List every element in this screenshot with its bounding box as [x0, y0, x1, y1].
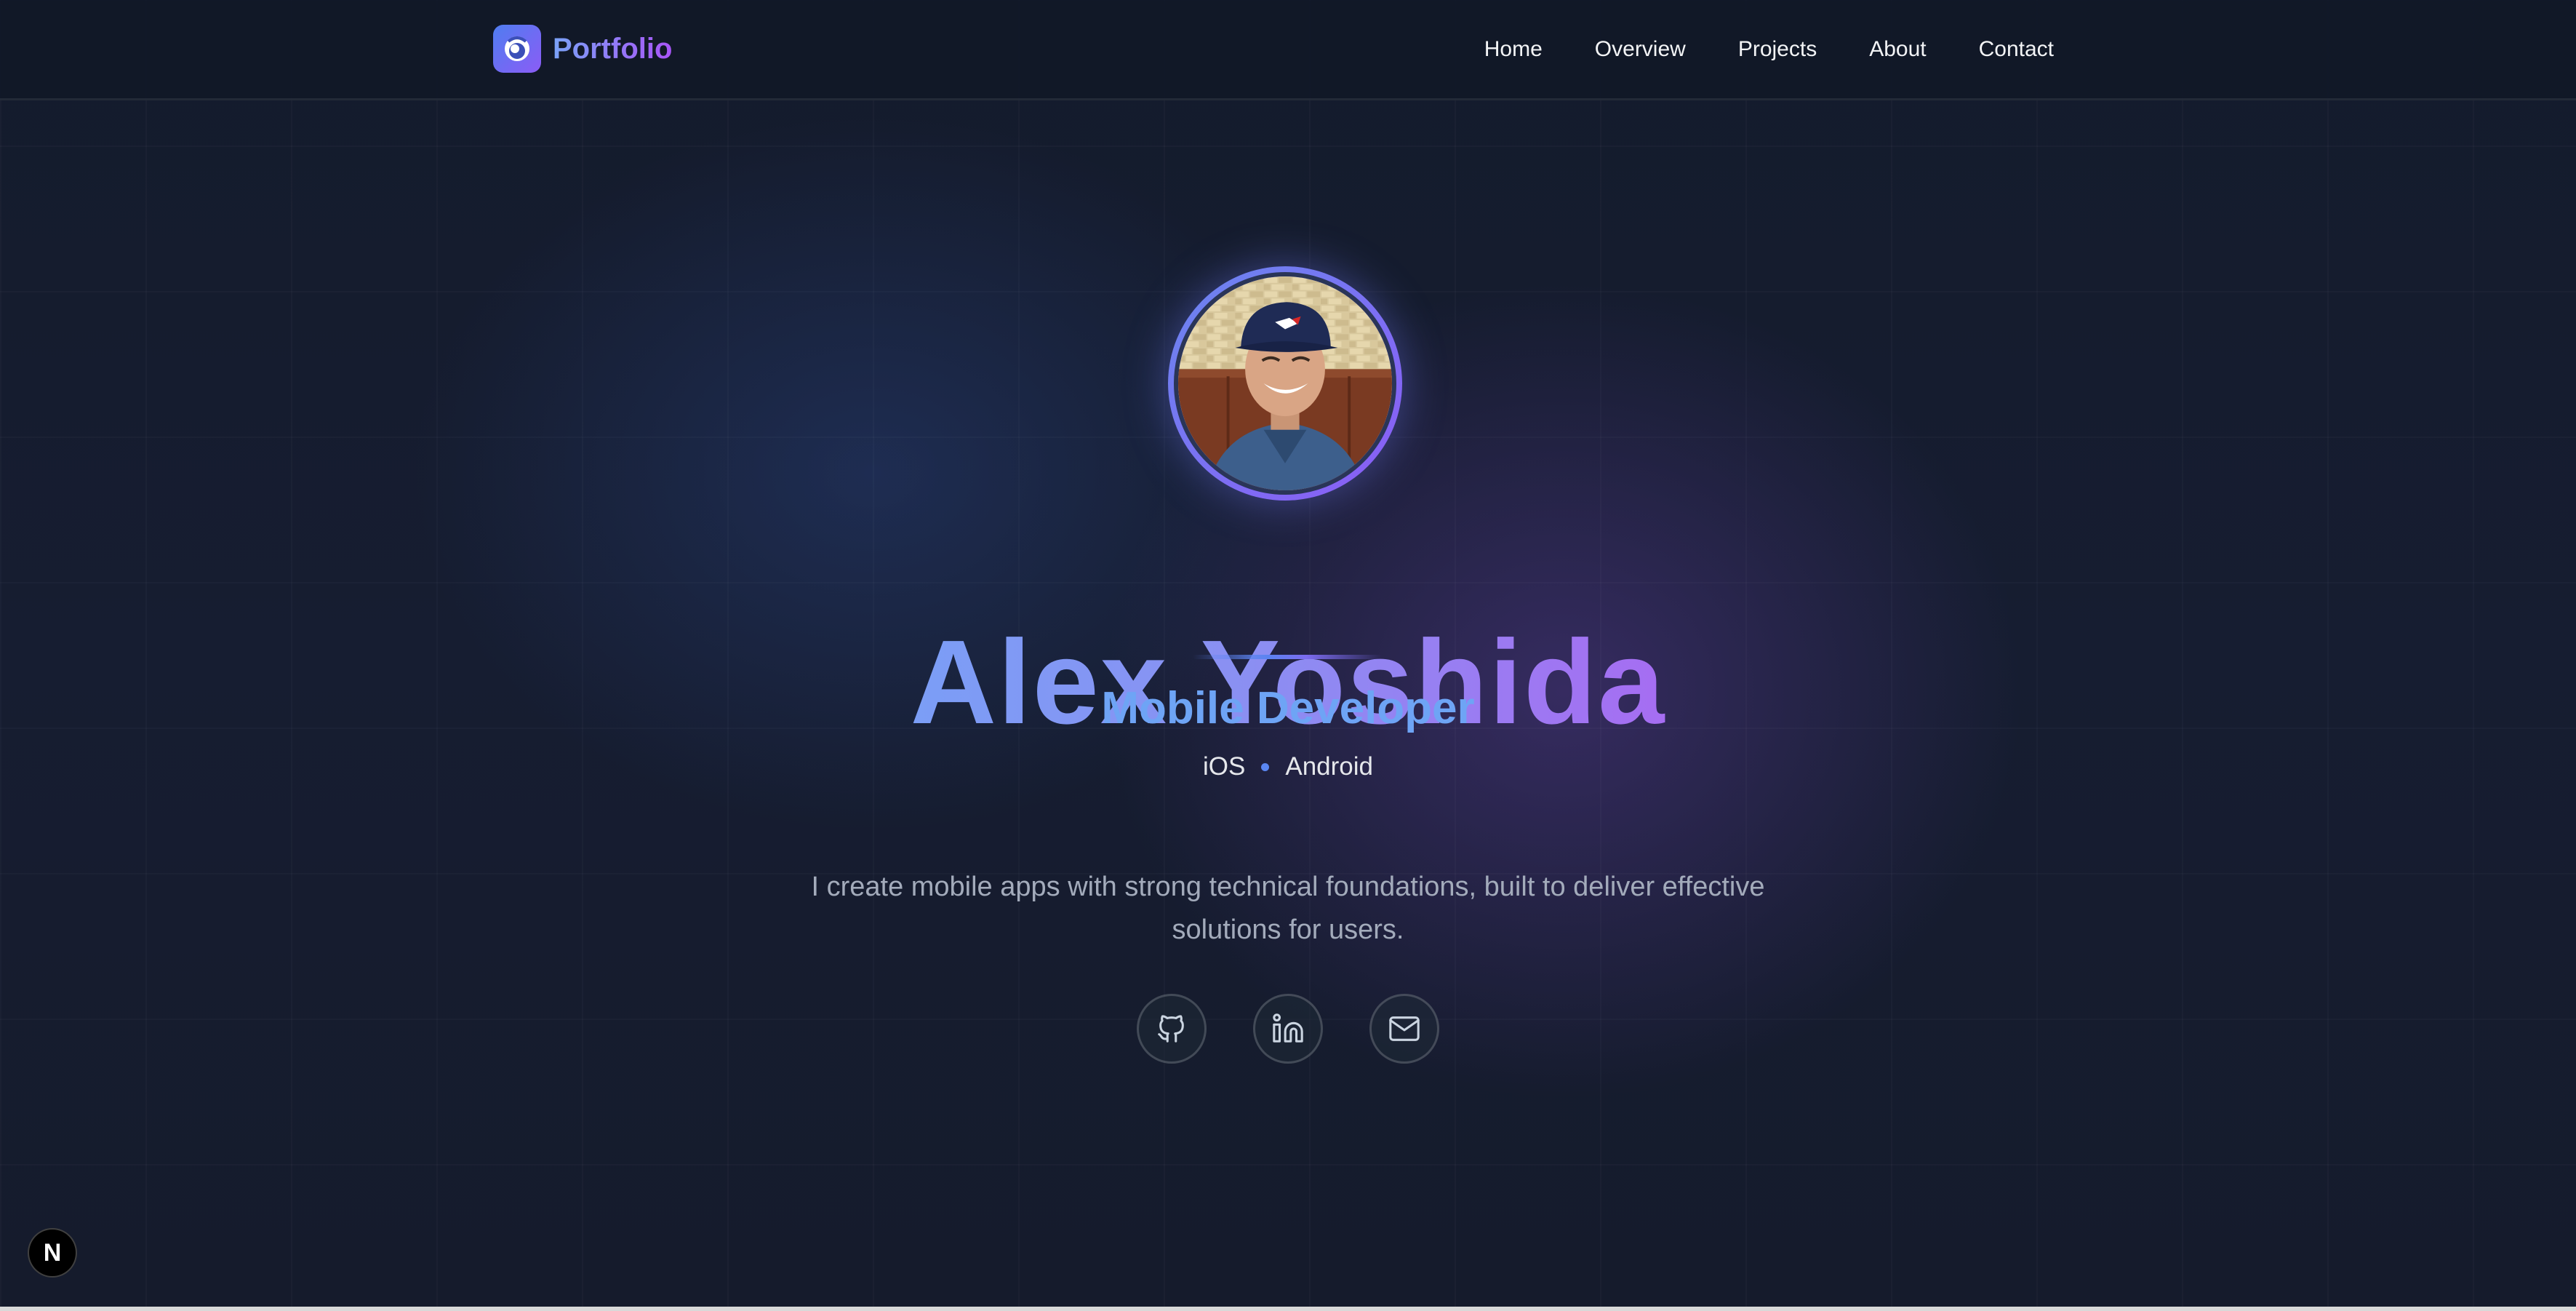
nav-home[interactable]: Home	[1484, 37, 1543, 62]
page: Portfolio Home Overview Projects About C…	[0, 0, 2576, 1311]
email-button[interactable]	[1369, 994, 1439, 1064]
separator-dot	[1261, 762, 1270, 771]
linkedin-button[interactable]	[1253, 994, 1323, 1064]
social-links	[0, 994, 2576, 1064]
linkedin-icon	[1273, 1013, 1303, 1043]
brand-logo-icon	[493, 25, 541, 73]
nav-overview[interactable]: Overview	[1595, 37, 1686, 62]
platform-ios: iOS	[1203, 752, 1246, 781]
platform-android: Android	[1285, 752, 1373, 781]
avatar-ring	[1168, 266, 1402, 501]
nav-contact[interactable]: Contact	[1979, 37, 2054, 62]
name-underline	[1193, 655, 1382, 659]
hero-role: Mobile Developer	[1101, 683, 1475, 733]
avatar	[1174, 272, 1396, 495]
brand-link[interactable]: Portfolio	[493, 25, 672, 73]
mail-icon	[1389, 1016, 1420, 1041]
bottom-edge	[0, 1307, 2576, 1311]
platform-list: iOS Android	[0, 752, 2576, 781]
brand-name: Portfolio	[553, 32, 673, 65]
nav-projects[interactable]: Projects	[1738, 37, 1817, 62]
github-button[interactable]	[1137, 994, 1207, 1064]
main-nav: Home Overview Projects About Contact	[1484, 32, 2054, 67]
hero-bio: I create mobile apps with strong technic…	[811, 872, 1765, 945]
github-icon	[1158, 1015, 1184, 1043]
avatar-photo	[1178, 276, 1392, 490]
nav-about[interactable]: About	[1869, 37, 1926, 62]
site-header: Portfolio Home Overview Projects About C…	[0, 0, 2576, 100]
nextjs-dev-badge[interactable]: N	[28, 1228, 77, 1278]
